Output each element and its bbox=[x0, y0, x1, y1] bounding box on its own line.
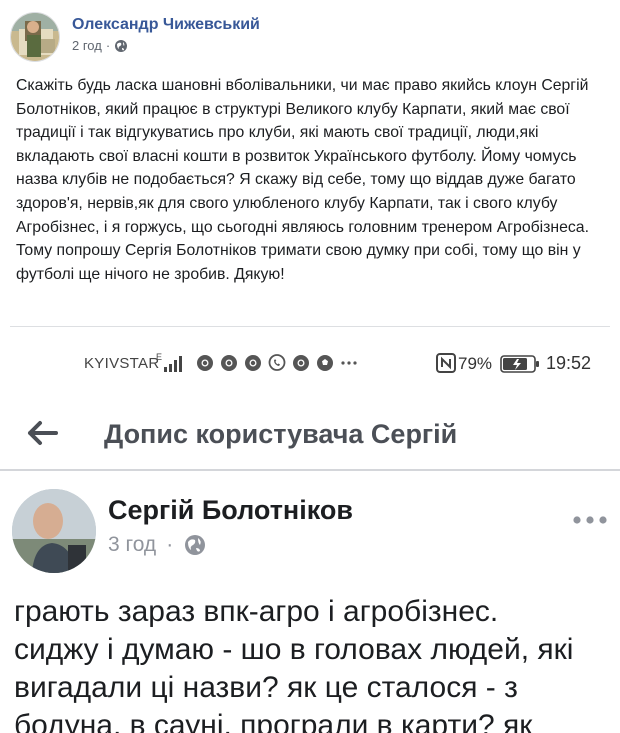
signal-icon: E bbox=[156, 351, 192, 373]
nfc-icon bbox=[436, 353, 456, 373]
globe-icon bbox=[114, 39, 128, 53]
post-text: Скажіть будь ласка шановні вболівальники… bbox=[16, 77, 589, 283]
header-title: Допис користувача Сергій bbox=[104, 419, 458, 449]
inner-post-line: сиджу і думаю - шо в головах людей, які bbox=[14, 633, 574, 666]
author-avatar[interactable] bbox=[10, 12, 60, 62]
post-author-name[interactable]: Олександр Чижевський bbox=[72, 15, 260, 35]
post-meta: 2 год · bbox=[72, 38, 260, 53]
chrome-icon bbox=[220, 354, 238, 372]
inner-post-line: грають зараз впк-агро і агробізнес. bbox=[14, 595, 499, 628]
more-options-icon[interactable] bbox=[572, 513, 608, 525]
inner-post-line: вигадали ці назви? як це сталося - з bbox=[14, 671, 518, 704]
phone-status-bar: KYIVSTAR E 79% 19:52 bbox=[0, 327, 620, 407]
inner-meta-separator: · bbox=[166, 533, 174, 556]
status-app-icons bbox=[196, 354, 358, 372]
chrome-icon bbox=[292, 354, 310, 372]
battery-percentage: 79% bbox=[458, 354, 493, 373]
inner-post-time[interactable]: 3 год bbox=[108, 533, 156, 557]
viber-icon bbox=[268, 354, 286, 372]
post-time[interactable]: 2 год bbox=[72, 38, 102, 53]
more-notifications-icon bbox=[340, 354, 358, 372]
football-icon bbox=[316, 354, 334, 372]
status-clock: 19:52 bbox=[546, 353, 592, 373]
post-header: Олександр Чижевський 2 год · bbox=[10, 8, 610, 68]
battery-icon bbox=[500, 355, 540, 373]
chrome-icon bbox=[244, 354, 262, 372]
network-type: E bbox=[156, 352, 162, 362]
inner-post-meta: 3 год · bbox=[108, 533, 207, 557]
inner-author-name[interactable]: Сергій Болотніков bbox=[108, 495, 353, 526]
inner-author-avatar[interactable] bbox=[12, 489, 96, 573]
inner-post-line: бодуна, в сауні, програли в карти? як bbox=[14, 709, 533, 733]
globe-icon bbox=[183, 533, 207, 557]
meta-separator: · bbox=[105, 38, 111, 53]
post-view-header: Допис користувача Сергій bbox=[0, 407, 620, 471]
inner-post-text: грають зараз впк-агро і агробізнес. сидж… bbox=[14, 593, 614, 733]
carrier-label: KYIVSTAR bbox=[84, 355, 160, 372]
embedded-screenshot[interactable]: KYIVSTAR E 79% 19:52 Допис користувача С… bbox=[0, 327, 620, 733]
chrome-icon bbox=[196, 354, 214, 372]
back-arrow-icon[interactable] bbox=[22, 413, 62, 453]
